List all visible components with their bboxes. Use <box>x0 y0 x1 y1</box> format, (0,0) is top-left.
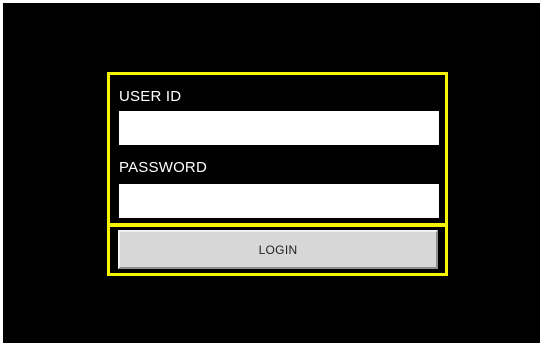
password-input[interactable] <box>119 184 439 218</box>
login-button-group: LOGIN <box>107 224 448 276</box>
user-id-input[interactable] <box>119 111 439 145</box>
password-label: PASSWORD <box>119 159 207 176</box>
login-screen: USER ID PASSWORD LOGIN <box>3 3 540 343</box>
login-button[interactable]: LOGIN <box>118 230 438 269</box>
user-id-label: USER ID <box>119 88 182 105</box>
credentials-panel: USER ID PASSWORD <box>107 72 448 226</box>
